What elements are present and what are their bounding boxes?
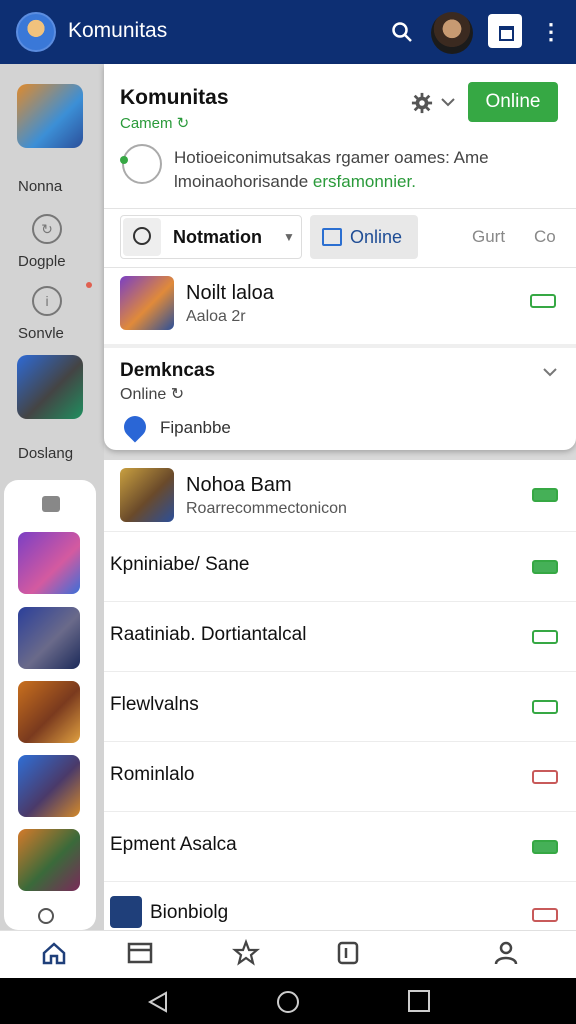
status-toggle[interactable] [532, 770, 558, 784]
top-app-bar: Komunitas ⋮ [0, 0, 576, 64]
rail-refresh-icon[interactable]: ↻ [32, 214, 62, 244]
list-item-label: Rominlalo [110, 764, 195, 785]
panel-title: Komunitas [120, 86, 229, 109]
chevron-down-icon[interactable] [542, 364, 558, 380]
recents-icon[interactable] [408, 990, 430, 1012]
notification-dot [86, 282, 92, 288]
location-pin-icon [119, 411, 151, 443]
game-thumbnail[interactable] [18, 829, 80, 891]
status-toggle[interactable] [532, 488, 558, 502]
chevron-down-icon[interactable] [440, 94, 456, 110]
profile-icon[interactable] [492, 939, 520, 967]
game-thumbnail [120, 276, 174, 330]
filter-tab-1[interactable]: Gurt [472, 227, 505, 247]
section-link[interactable]: Fipanbbe [160, 418, 231, 438]
rail-label-4: Doslang [18, 445, 74, 462]
rail-game-thumbnail-2[interactable] [17, 355, 83, 419]
rail-info-icon[interactable]: i [32, 286, 62, 316]
dropdown-label: Notmation [173, 227, 262, 247]
status-toggle[interactable] [530, 294, 556, 308]
gear-icon[interactable] [411, 92, 433, 114]
tool-icon [110, 896, 142, 928]
list-item-label: Raatiniab. Dortiantalcal [110, 624, 307, 645]
list-item[interactable]: Rominlalo [104, 742, 576, 812]
tasks-icon[interactable] [334, 939, 362, 967]
rail-game-list [4, 480, 96, 930]
game-row[interactable]: Noilt laloa Aaloa 2r [104, 270, 576, 344]
system-navigation-bar [0, 978, 576, 1024]
ghost-icon [120, 144, 162, 184]
list-item-label: Kpniniabe/ Sane [110, 554, 250, 575]
expandable-section[interactable]: Demkncas Online ↻ Fipanbbe [104, 344, 576, 450]
status-toggle[interactable] [532, 560, 558, 574]
caret-down-icon: ▼ [283, 230, 295, 244]
more-vert-icon[interactable]: ⋮ [540, 20, 562, 44]
back-icon[interactable] [146, 990, 170, 1014]
home-icon[interactable] [40, 939, 68, 967]
search-icon[interactable] [38, 908, 54, 924]
status-toggle[interactable] [532, 630, 558, 644]
game-subtitle: Aaloa 2r [186, 308, 246, 325]
game-title: Noilt laloa [186, 282, 274, 304]
list-item[interactable]: Raatiniab. Dortiantalcal [104, 602, 576, 672]
rail-game-thumbnail[interactable] [17, 84, 83, 148]
section-title: Demkncas [120, 360, 216, 381]
list-item[interactable]: Bionbiolg [104, 882, 576, 930]
list-header-row[interactable]: Nohoa Bam Roarrecommectonicon [104, 460, 576, 532]
rail-label-1: Nonna [18, 178, 63, 195]
online-tab-label: Online [350, 227, 403, 247]
panel-subtitle: Camem ↻ [120, 115, 190, 132]
game-thumbnail[interactable] [18, 532, 80, 594]
search-icon[interactable] [390, 20, 414, 44]
list-item-label: Flewlvalns [110, 694, 199, 715]
window-icon[interactable] [488, 14, 522, 48]
home-circle-icon[interactable] [276, 990, 300, 1014]
app-avatar-icon[interactable] [16, 12, 56, 52]
folder-icon[interactable] [42, 496, 60, 512]
description-line-1: Hotioeiconimutsakas rgamer oames: Ame [174, 148, 489, 167]
chat-icon [123, 218, 161, 256]
game-thumbnail[interactable] [18, 755, 80, 817]
status-toggle[interactable] [532, 908, 558, 922]
filter-tab-2[interactable]: Co [534, 227, 556, 247]
community-list: Nohoa Bam Roarrecommectonicon Kpniniabe/… [104, 460, 576, 930]
game-thumbnail[interactable] [18, 681, 80, 743]
game-thumbnail [120, 468, 174, 522]
community-panel: Komunitas Camem ↻ Online Hotioeiconimuts… [104, 64, 576, 450]
list-item-label: Bionbiolg [150, 902, 229, 923]
panel-description: Hotioeiconimutsakas rgamer oames: Ame lm… [174, 146, 564, 194]
star-icon[interactable] [232, 939, 260, 967]
filter-dropdown[interactable]: Notmation ▼ [120, 215, 302, 259]
online-filter-tab[interactable]: Online [310, 215, 418, 259]
online-button[interactable]: Online [468, 82, 558, 122]
app-title: Komunitas [68, 19, 168, 42]
filter-bar: Notmation ▼ Online Gurt Co [104, 208, 576, 268]
status-toggle[interactable] [532, 700, 558, 714]
user-avatar[interactable] [431, 12, 473, 54]
description-line-2b[interactable]: ersfamonnier. [313, 172, 416, 191]
store-icon[interactable] [126, 939, 154, 967]
list-item[interactable]: Kpniniabe/ Sane [104, 532, 576, 602]
list-item[interactable]: Flewlvalns [104, 672, 576, 742]
list-item-label: Epment Asalca [110, 834, 237, 855]
list-item[interactable]: Epment Asalca [104, 812, 576, 882]
list-icon [322, 228, 342, 246]
rail-label-3: Sonvle [18, 325, 64, 342]
list-header-title: Nohoa Bam [186, 474, 292, 496]
game-thumbnail[interactable] [18, 607, 80, 669]
bottom-navigation [0, 930, 576, 978]
rail-label-2: Dogple [18, 253, 66, 270]
description-line-2a: lmoinaohorisande [174, 172, 313, 191]
status-toggle[interactable] [532, 840, 558, 854]
section-subtitle: Online ↻ [120, 386, 185, 403]
list-header-subtitle: Roarrecommectonicon [186, 500, 347, 517]
